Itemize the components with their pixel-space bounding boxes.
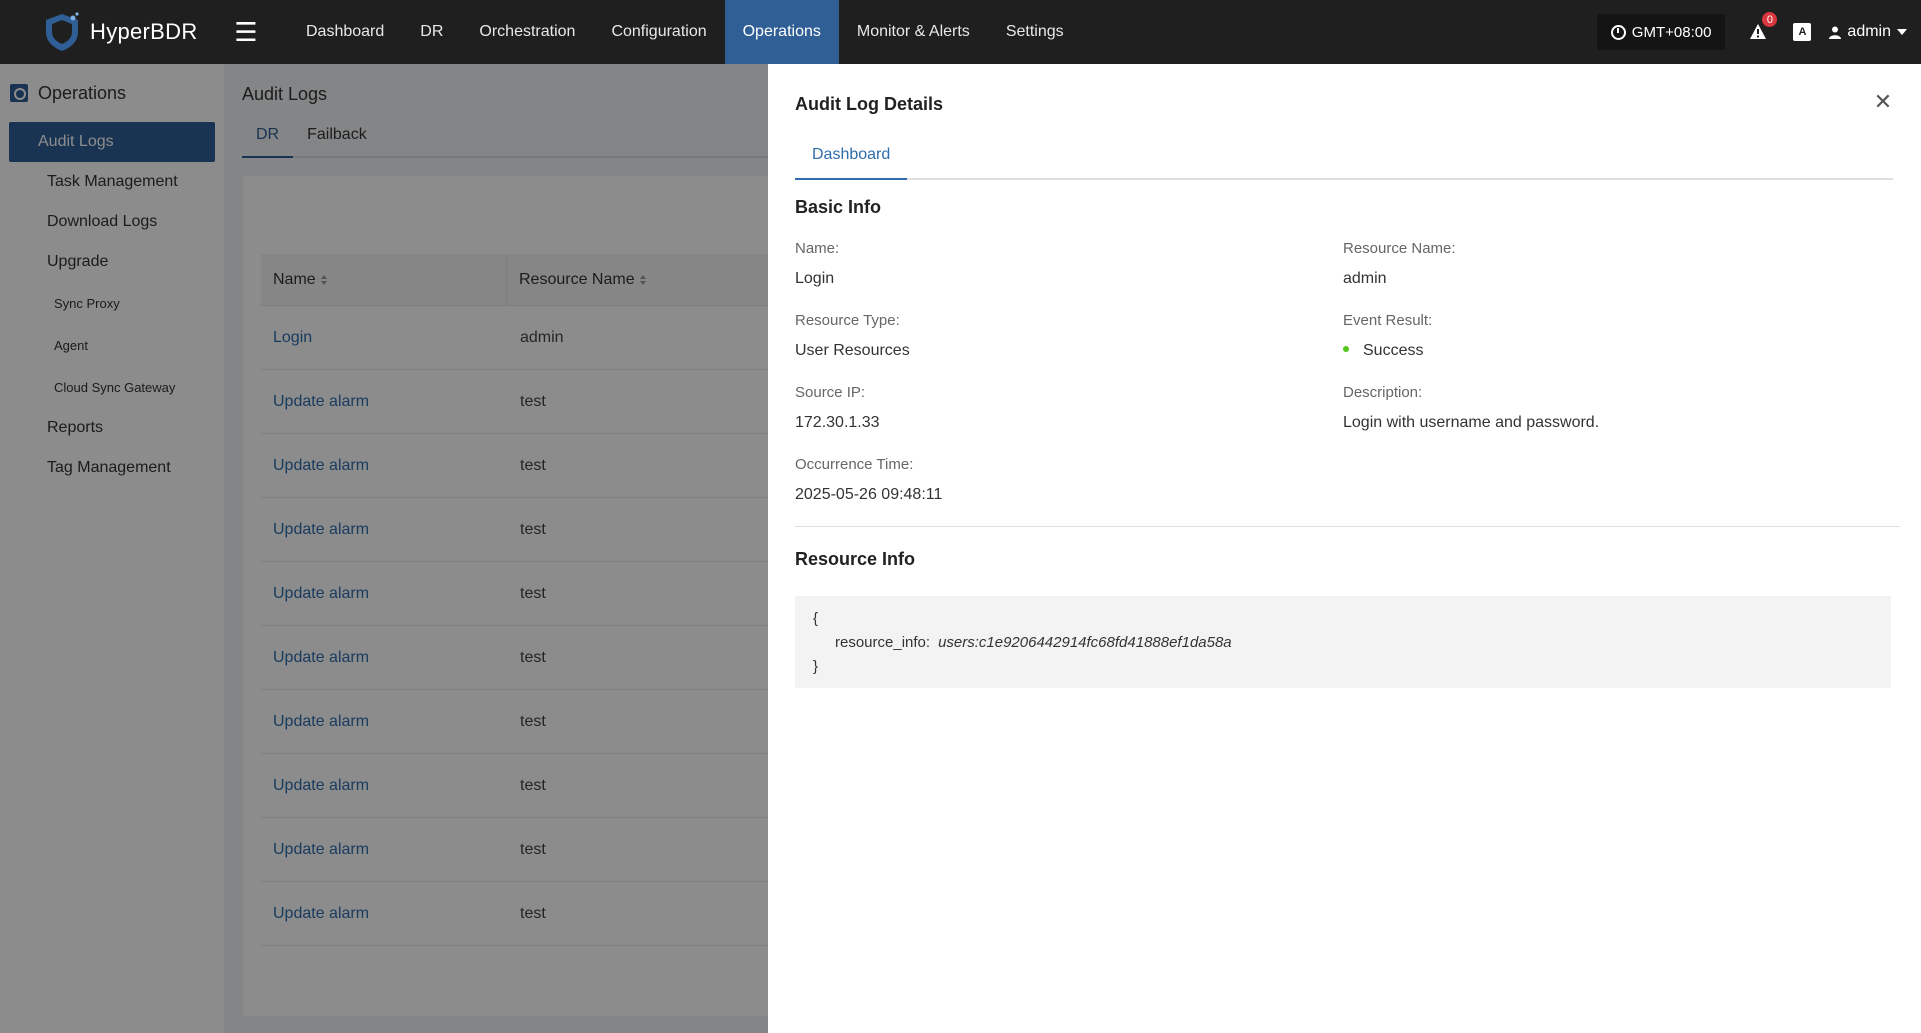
nav-operations[interactable]: Operations (724, 0, 839, 64)
resource-name-label: Resource Name: (1343, 240, 1456, 257)
json-close-brace: } (813, 658, 819, 675)
menu-toggle-icon[interactable]: ☰ (218, 0, 274, 64)
nav-configuration[interactable]: Configuration (593, 0, 724, 64)
language-icon[interactable]: A (1793, 23, 1812, 41)
nav-orchestration[interactable]: Orchestration (461, 0, 593, 64)
json-open-brace: { (813, 610, 819, 627)
top-right-tools: GMT+08:00 0 A admin (1596, 0, 1921, 64)
main-nav: Dashboard DR Orchestration Configuration… (288, 0, 1082, 64)
event-result-label: Event Result: (1343, 312, 1433, 329)
name-label: Name: (795, 240, 840, 257)
name-value: Login (795, 270, 835, 287)
nav-settings[interactable]: Settings (988, 0, 1082, 64)
resource-name-value: admin (1343, 270, 1387, 287)
description-label: Description: (1343, 384, 1423, 401)
resource-type-label: Resource Type: (795, 312, 900, 329)
description-value: Login with username and password. (1343, 414, 1600, 431)
section-divider (795, 526, 1900, 527)
user-menu[interactable]: admin (1829, 23, 1907, 41)
occurrence-time-value: 2025-05-26 09:48:11 (795, 486, 943, 503)
resource-info-json: { resource_info: users:c1e9206442914fc68f… (795, 596, 1891, 688)
top-navbar: HyperBDR ☰ Dashboard DR Orchestration Co… (0, 0, 1921, 64)
close-icon[interactable]: ✕ (1871, 89, 1895, 114)
json-line: resource_info: users:c1e9206442914fc68fd4… (813, 631, 1873, 655)
drawer-title: Audit Log Details (795, 94, 943, 114)
app-logo[interactable]: HyperBDR (0, 0, 200, 64)
json-value: users:c1e9206442914fc68fd41888ef1da58a (938, 634, 1232, 651)
nav-dr[interactable]: DR (402, 0, 461, 64)
json-key: resource_info: (835, 634, 931, 651)
user-icon (1829, 26, 1842, 39)
clock-icon (1610, 24, 1626, 40)
drawer-tabs: Dashboard (795, 146, 1893, 180)
tab-dashboard[interactable]: Dashboard (795, 146, 908, 180)
basic-info-title: Basic Info (795, 197, 882, 217)
chevron-down-icon (1897, 29, 1907, 35)
source-ip-value: 172.30.1.33 (795, 414, 880, 431)
username: admin (1847, 23, 1891, 40)
resource-type-value: User Resources (795, 342, 910, 359)
occurrence-time-label: Occurrence Time: (795, 456, 914, 473)
timezone-button[interactable]: GMT+08:00 (1596, 14, 1726, 50)
success-status-dot-icon (1343, 345, 1349, 352)
audit-log-details-drawer: Audit Log Details ✕ Dashboard Basic Info… (768, 64, 1921, 1033)
timezone-label: GMT+08:00 (1631, 23, 1712, 41)
shield-logo-icon (46, 12, 79, 51)
alerts-button[interactable]: 0 (1747, 12, 1778, 43)
nav-monitor-alerts[interactable]: Monitor & Alerts (839, 0, 988, 64)
app-name: HyperBDR (90, 19, 198, 44)
event-result-value: Success (1343, 342, 1423, 360)
nav-dashboard[interactable]: Dashboard (288, 0, 402, 64)
alert-count-badge: 0 (1762, 12, 1778, 27)
source-ip-label: Source IP: (795, 384, 866, 401)
resource-info-title: Resource Info (795, 549, 916, 569)
event-result-text: Success (1363, 342, 1424, 359)
